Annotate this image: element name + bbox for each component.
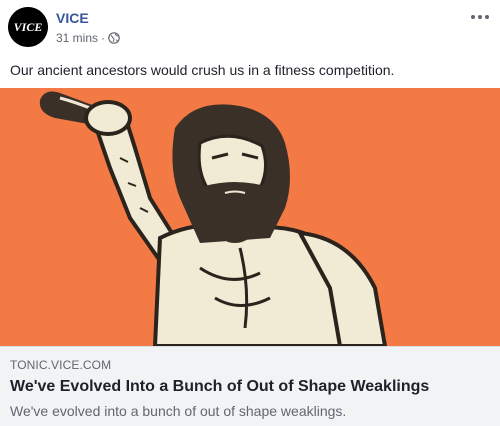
post-timestamp[interactable]: 31 mins xyxy=(56,31,98,45)
more-options-icon[interactable] xyxy=(468,9,492,25)
vice-logo-icon: VICE xyxy=(8,7,48,47)
feed-post: VICE VICE 31 mins · Our ancient ancestor… xyxy=(0,0,500,426)
post-header: VICE VICE 31 mins · xyxy=(8,7,492,51)
meta-separator: · xyxy=(101,31,106,45)
link-preview-card[interactable]: TONIC.VICE.COM We've Evolved Into a Bunc… xyxy=(0,346,500,426)
page-avatar[interactable]: VICE xyxy=(8,7,48,47)
link-domain: TONIC.VICE.COM xyxy=(10,358,112,372)
link-description: We've evolved into a bunch of out of sha… xyxy=(10,403,347,419)
globe-icon[interactable] xyxy=(108,32,120,44)
caveman-illustration xyxy=(0,88,500,346)
post-meta: 31 mins · xyxy=(56,31,120,45)
page-name-link[interactable]: VICE xyxy=(56,10,89,26)
svg-text:VICE: VICE xyxy=(14,20,43,34)
post-message: Our ancient ancestors would crush us in … xyxy=(10,62,395,78)
link-preview-image[interactable] xyxy=(0,88,500,346)
link-title[interactable]: We've Evolved Into a Bunch of Out of Sha… xyxy=(10,378,429,396)
